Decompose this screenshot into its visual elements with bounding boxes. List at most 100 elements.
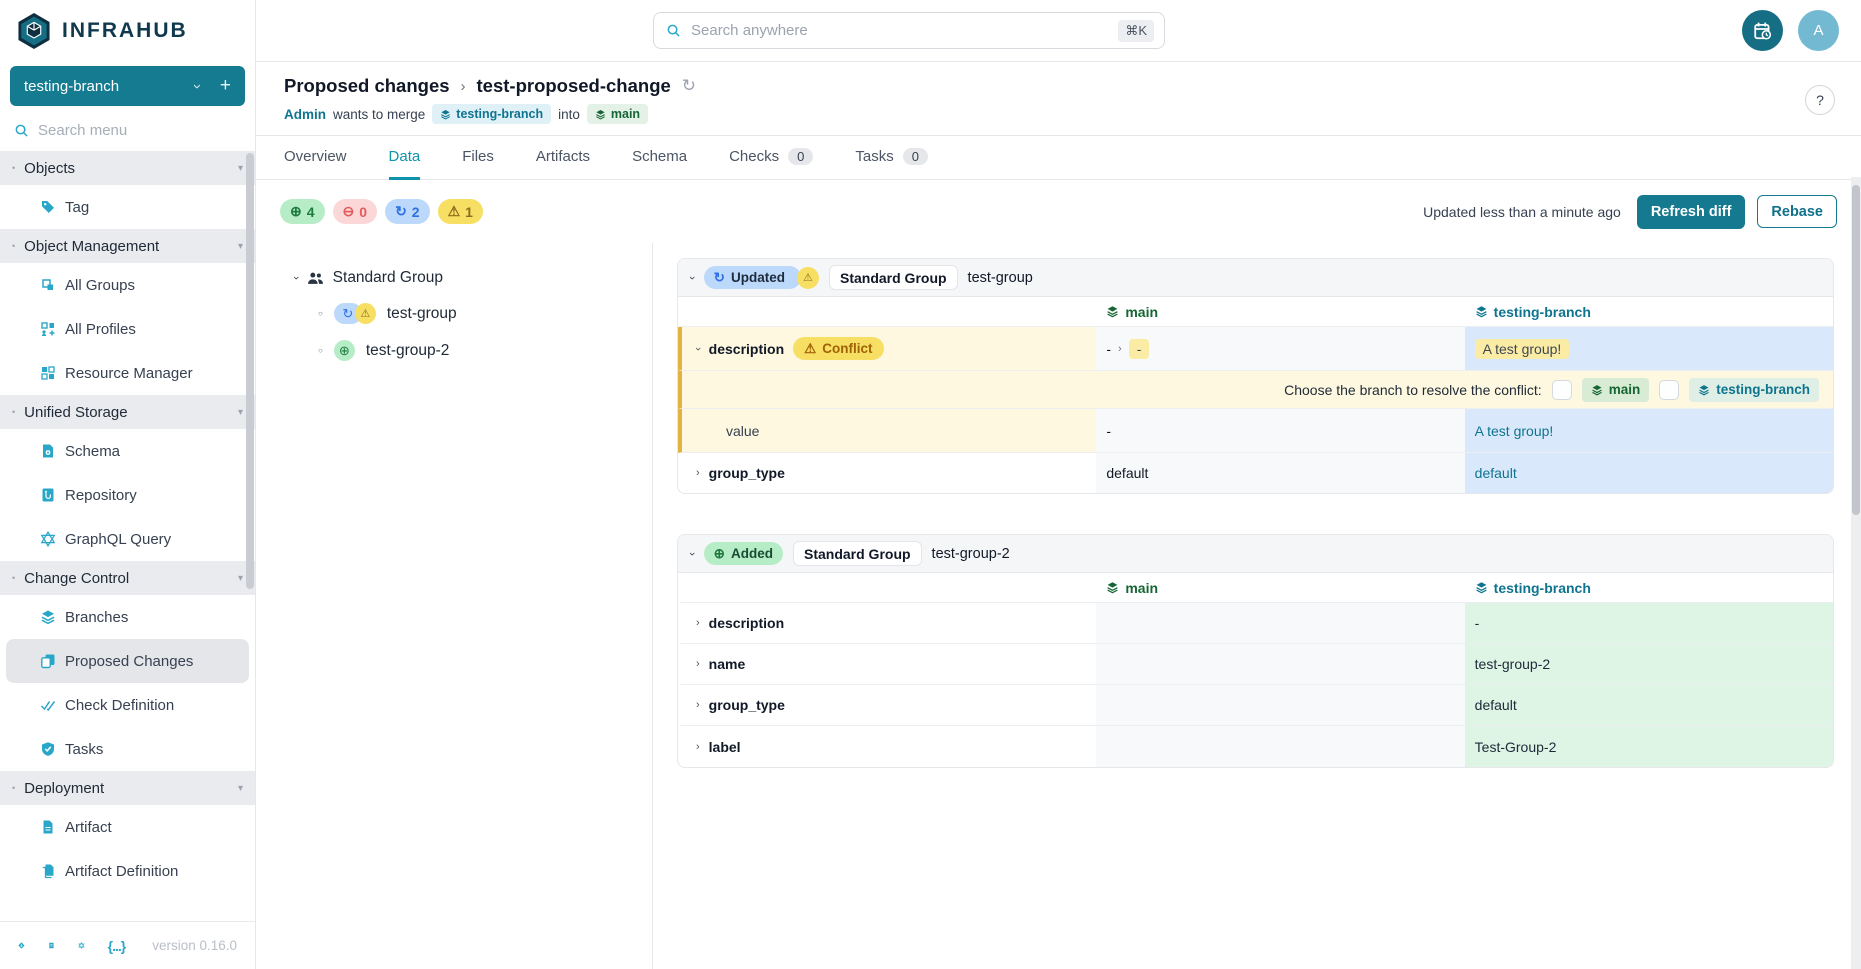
tab-label: Tasks — [855, 148, 893, 165]
section-unified-storage[interactable]: • Unified Storage ▾ — [0, 395, 255, 429]
added-counter: ⊕ 4 — [280, 199, 325, 224]
tab-checks[interactable]: Checks0 — [729, 136, 813, 180]
main-column-header: main — [1096, 573, 1464, 602]
chevron-right-icon: › — [696, 617, 700, 629]
sidebar-item-artifact-definition[interactable]: Artifact Definition — [6, 849, 249, 893]
tab-tasks[interactable]: Tasks0 — [855, 136, 928, 180]
chevron-right-icon: › — [696, 741, 700, 753]
sidebar-item-schema[interactable]: Schema — [6, 429, 249, 473]
docs-icon[interactable] — [48, 937, 55, 954]
diff-content: › Standard Group ○ ↻ ⚠ test-group ○ ⊕ — [256, 243, 1861, 969]
sidebar-item-graphql-query[interactable]: GraphQL Query — [6, 517, 249, 561]
help-button[interactable]: ? — [1805, 85, 1835, 115]
branch-icon — [1591, 384, 1603, 396]
main-branch-checkbox[interactable] — [1552, 380, 1572, 400]
caret-down-icon: ▾ — [238, 783, 243, 794]
card-header[interactable]: › ⊕ Added Standard Group test-group-2 — [678, 535, 1833, 573]
table-row-description[interactable]: › description - — [678, 603, 1833, 644]
main-value-cell: - — [1096, 409, 1464, 452]
breadcrumb-root[interactable]: Proposed changes — [284, 75, 450, 97]
sidebar-item-resource-manager[interactable]: Resource Manager — [6, 351, 249, 395]
testing-branch-option-badge: testing-branch — [1689, 378, 1819, 402]
menu-search-input[interactable] — [38, 122, 241, 139]
schedule-button[interactable] — [1742, 10, 1783, 51]
caret-down-icon: ▾ — [238, 241, 243, 252]
item-label: Tag — [65, 199, 89, 216]
tab-artifacts[interactable]: Artifacts — [536, 136, 590, 180]
branch-selector[interactable]: testing-branch › + — [10, 66, 245, 106]
rebase-button[interactable]: Rebase — [1757, 195, 1837, 228]
tab-schema[interactable]: Schema — [632, 136, 687, 180]
tree-node-test-group[interactable]: ○ ↻ ⚠ test-group — [318, 303, 632, 324]
section-change-control[interactable]: • Change Control ▾ — [0, 561, 255, 595]
conflict-label: Conflict — [822, 341, 872, 356]
table-row-value: value - A test group! — [678, 409, 1833, 453]
tab-data[interactable]: Data — [389, 136, 421, 180]
empty-header-cell — [682, 297, 1096, 326]
conflict-counter: ⚠ 1 — [438, 199, 483, 224]
sidebar-item-check-definition[interactable]: Check Definition — [6, 683, 249, 727]
avatar[interactable]: A — [1798, 10, 1839, 51]
testing-branch-checkbox[interactable] — [1659, 380, 1679, 400]
item-label: Schema — [65, 443, 120, 460]
sidebar-item-all-profiles[interactable]: All Profiles — [6, 307, 249, 351]
conflict-count: 1 — [465, 204, 473, 220]
sidebar-item-all-groups[interactable]: All Groups — [6, 263, 249, 307]
diff-toolbar: ⊕ 4 ⊖ 0 ↻ 2 ⚠ 1 Updated less than a minu… — [256, 180, 1861, 243]
table-row-description[interactable]: › description ⚠ Conflict - › - — [678, 327, 1833, 371]
sidebar-item-artifact[interactable]: Artifact — [6, 805, 249, 849]
main-value-cell: default — [1096, 453, 1464, 493]
global-search-input[interactable] — [691, 22, 1108, 39]
chevron-right-icon: › — [461, 78, 466, 95]
branch-icon — [1698, 384, 1710, 396]
shield-check-icon — [40, 741, 56, 757]
bullet-icon: ○ — [318, 309, 323, 318]
branch-icon — [1475, 581, 1488, 594]
table-row-group-type[interactable]: › group_type default default — [678, 453, 1833, 493]
section-object-management[interactable]: • Object Management ▾ — [0, 229, 255, 263]
warning-icon: ⚠ — [448, 203, 461, 220]
sidebar-item-proposed-changes[interactable]: Proposed Changes — [6, 639, 249, 683]
brand-header[interactable]: INFRAHUB — [0, 0, 255, 62]
sidebar-item-repository[interactable]: Repository — [6, 473, 249, 517]
sidebar-item-tasks[interactable]: Tasks — [6, 727, 249, 771]
table-row-label[interactable]: › label Test-Group-2 — [678, 726, 1833, 767]
add-branch-button[interactable]: + — [220, 75, 231, 97]
property-cell: › name — [682, 644, 1096, 684]
conflict-resolution-row: Choose the branch to resolve the conflic… — [678, 371, 1833, 409]
table-row-name[interactable]: › name test-group-2 — [678, 644, 1833, 685]
tree-node-standard-group[interactable]: › Standard Group — [294, 269, 632, 287]
chevron-down-icon: › — [692, 347, 704, 351]
card-header[interactable]: › ↻ Updated ⚠ Standard Group test-group — [678, 259, 1833, 297]
refresh-diff-button[interactable]: Refresh diff — [1637, 195, 1746, 229]
git-diff-icon[interactable] — [18, 937, 25, 954]
sidebar-scrollbar-thumb[interactable] — [246, 153, 254, 589]
graphql-sandbox-icon[interactable] — [78, 937, 85, 954]
top-actions: A — [1742, 10, 1839, 51]
main-value: - — [1106, 423, 1111, 439]
section-deployment[interactable]: • Deployment ▾ — [0, 771, 255, 805]
page-scrollbar-thumb[interactable] — [1852, 185, 1860, 515]
table-row-group-type[interactable]: › group_type default — [678, 685, 1833, 726]
sidebar-item-branches[interactable]: Branches — [6, 595, 249, 639]
tab-overview[interactable]: Overview — [284, 136, 347, 180]
plus-circle-icon: ⊕ — [290, 203, 302, 220]
page-header: Proposed changes › test-proposed-change … — [256, 62, 1861, 136]
branch-icon — [595, 109, 606, 120]
property-cell: › group_type — [682, 453, 1096, 493]
merge-text: wants to merge — [333, 107, 425, 122]
tab-label: Artifacts — [536, 148, 590, 165]
section-objects[interactable]: • Objects ▾ — [0, 151, 255, 185]
refresh-icon[interactable]: ↻ — [682, 76, 696, 96]
property-name: name — [709, 656, 746, 672]
target-branch-badge: main — [587, 104, 648, 124]
tab-files[interactable]: Files — [462, 136, 494, 180]
tree-node-test-group-2[interactable]: ○ ⊕ test-group-2 — [318, 340, 632, 361]
openapi-braces-icon[interactable]: {...} — [108, 938, 126, 954]
menu-search[interactable] — [0, 122, 255, 151]
global-search[interactable]: ⌘K — [653, 12, 1165, 49]
page-scrollbar[interactable] — [1851, 177, 1861, 969]
branch-value-cell: test-group-2 — [1465, 644, 1833, 684]
warning-icon: ⚠ — [804, 341, 816, 357]
sidebar-item-tag[interactable]: Tag — [6, 185, 249, 229]
